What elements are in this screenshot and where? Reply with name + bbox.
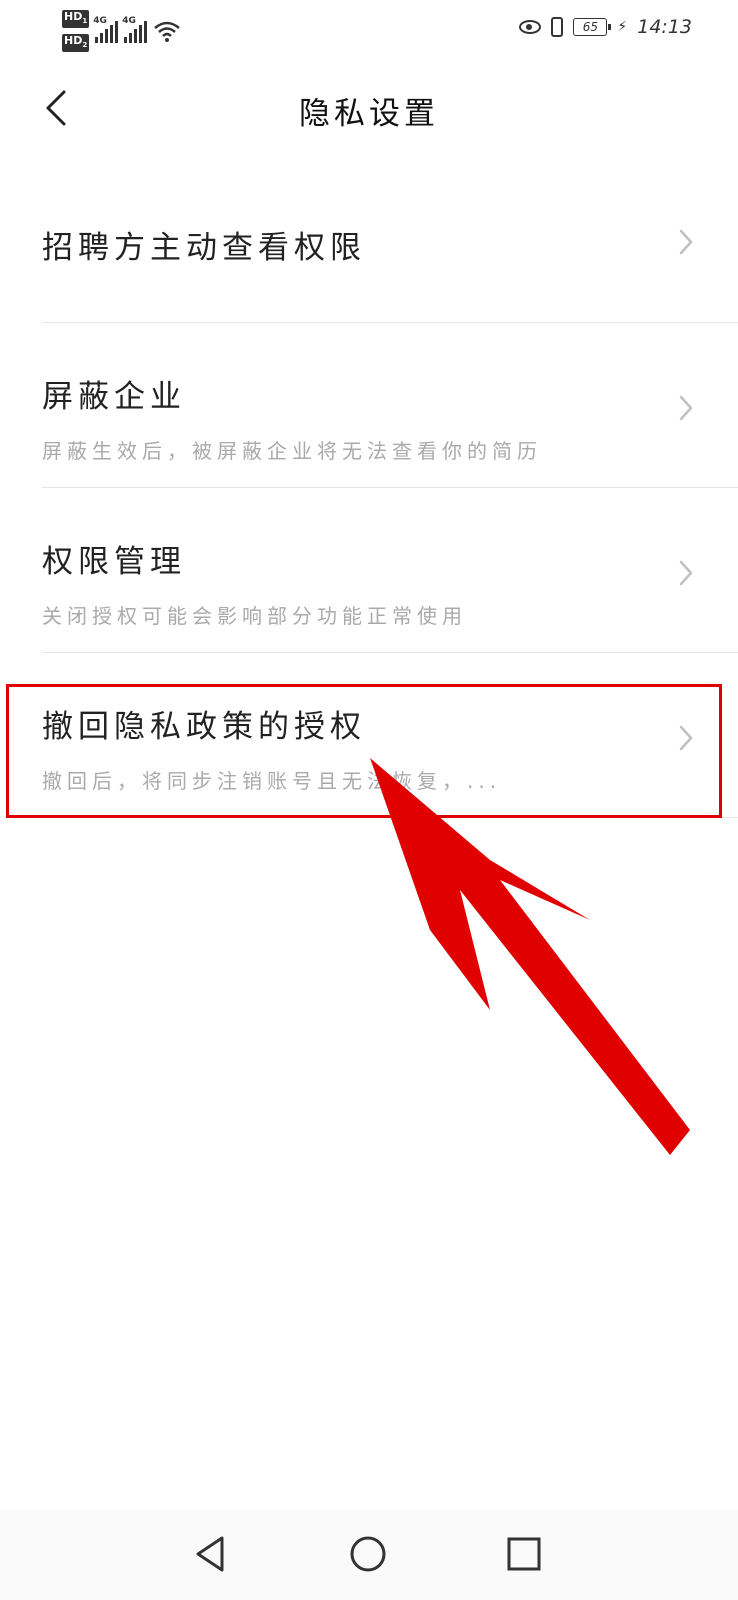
list-item-recruiter-view-permission[interactable]: 招聘方主动查看权限 [42, 160, 738, 323]
list-item-label: 招聘方主动查看权限 [42, 230, 366, 266]
nav-back-button[interactable] [190, 1532, 234, 1576]
list-item-desc: 屏蔽生效后，被屏蔽企业将无法查看你的简历 [42, 439, 542, 463]
vibrate-icon [551, 17, 564, 37]
battery-icon: 65 [573, 18, 612, 36]
list-item-label: 权限管理 [42, 544, 186, 580]
circle-home-icon [350, 1536, 386, 1572]
triangle-back-icon [196, 1536, 224, 1572]
app-header: 隐私设置 [0, 70, 738, 150]
nav-home-button[interactable] [346, 1532, 390, 1576]
list-item-permission-management[interactable]: 权限管理 关闭授权可能会影响部分功能正常使用 [42, 488, 738, 653]
red-arrow-annotation [370, 758, 690, 1155]
charging-icon: ⚡ [617, 19, 628, 35]
list-item-desc: 关闭授权可能会影响部分功能正常使用 [42, 604, 467, 628]
signal-icon-2: 4G [122, 16, 148, 44]
status-right: 65 ⚡ 14:13 [519, 16, 692, 38]
chevron-right-icon [676, 227, 696, 257]
list-item-block-companies[interactable]: 屏蔽企业 屏蔽生效后，被屏蔽企业将无法查看你的简历 [42, 323, 738, 488]
system-nav-bar [0, 1510, 738, 1600]
chevron-right-icon [676, 393, 696, 423]
status-time: 14:13 [637, 16, 692, 38]
status-left: HD1 HD2 4G 4G [62, 10, 181, 53]
eye-comfort-icon [519, 20, 542, 34]
square-recents-icon [507, 1537, 541, 1571]
hd-badge-2: HD2 [62, 34, 90, 53]
list-item-label: 屏蔽企业 [42, 379, 186, 415]
nav-recents-button[interactable] [502, 1532, 546, 1576]
battery-level: 65 [582, 20, 599, 34]
chevron-right-icon [676, 558, 696, 588]
status-bar: HD1 HD2 4G 4G 65 ⚡ 14:13 [0, 0, 738, 60]
wifi-icon [154, 21, 181, 43]
hd-badge-1: HD1 [62, 10, 90, 29]
page-title: 隐私设置 [299, 96, 439, 132]
signal-icon-1: 4G [93, 16, 119, 44]
